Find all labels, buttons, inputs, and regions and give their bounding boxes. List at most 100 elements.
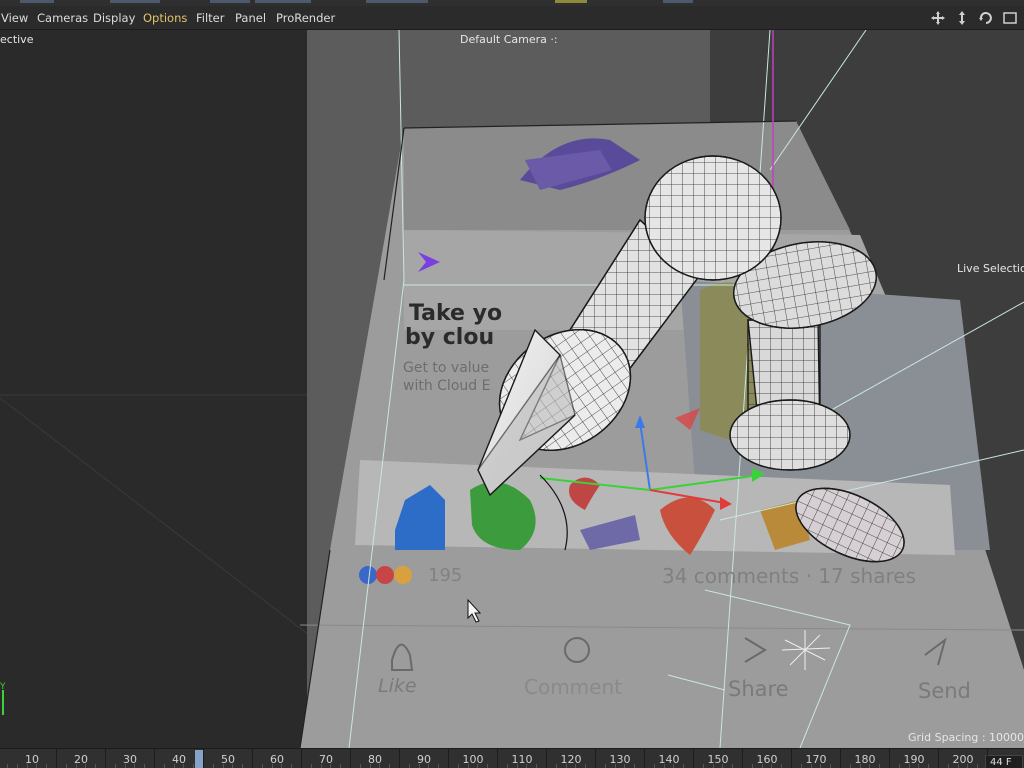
timeline-minor-tick: [163, 764, 165, 768]
timeline-minor-tick: [46, 764, 48, 768]
viewport-navigation-icons: [929, 10, 1020, 26]
timeline-minor-tick: [928, 764, 930, 768]
timeline-minor-tick: [536, 764, 538, 768]
timeline-tick-label: 30: [123, 753, 137, 766]
timeline-tick-mark: [154, 749, 155, 768]
timeline-tick-label: 130: [609, 753, 631, 766]
menu-panel[interactable]: Panel: [235, 6, 266, 30]
timeline-minor-tick: [193, 764, 195, 768]
timeline-tick-mark: [252, 749, 253, 768]
timeline-minor-tick: [849, 764, 851, 768]
timeline-minor-tick: [389, 764, 391, 768]
svg-text:Like: Like: [378, 675, 417, 697]
timeline-minor-tick: [359, 764, 361, 768]
timeline-minor-tick: [261, 764, 263, 768]
timeline-minor-tick: [242, 764, 244, 768]
menu-display[interactable]: Display: [93, 6, 135, 30]
svg-text:Get to value: Get to value: [403, 360, 489, 376]
timeline-tick-label: 190: [903, 753, 925, 766]
timeline-minor-tick: [732, 764, 734, 768]
timeline-minor-tick: [634, 764, 636, 768]
timeline-minor-tick: [702, 764, 704, 768]
menu-options[interactable]: Options: [143, 6, 187, 30]
timeline-minor-tick: [585, 764, 587, 768]
timeline-minor-tick: [751, 764, 753, 768]
timeline-minor-tick: [144, 764, 146, 768]
viewport-menu-bar: View Cameras Display Options Filter Pane…: [0, 6, 1024, 30]
timeline-tick-mark: [546, 749, 547, 768]
rotate-view-icon[interactable]: [978, 10, 996, 26]
timeline-ruler[interactable]: 44 F 10 20 30 40 50 60 70 80 90 100 110 120 130 140 15…: [0, 748, 1024, 768]
timeline-tick-label: 20: [74, 753, 88, 766]
timeline-tick-mark: [644, 749, 645, 768]
svg-text:Share: Share: [728, 677, 789, 701]
timeline-tick-label: 40: [172, 753, 186, 766]
svg-text:Send: Send: [918, 679, 971, 703]
camera-label[interactable]: Default Camera ·:: [460, 33, 558, 46]
menu-filter[interactable]: Filter: [196, 6, 224, 30]
timeline-tick-mark: [987, 749, 988, 768]
timeline-tick-label: 160: [756, 753, 778, 766]
timeline-tick-mark: [791, 749, 792, 768]
timeline-minor-tick: [683, 764, 685, 768]
timeline-tick-mark: [203, 749, 204, 768]
timeline-tick-label: 60: [270, 753, 284, 766]
timeline-minor-tick: [16, 764, 18, 768]
timeline-minor-tick: [506, 764, 508, 768]
menu-cameras[interactable]: Cameras: [37, 6, 88, 30]
timeline-tick-label: 70: [319, 753, 333, 766]
live-selection-label: Live Selection: [957, 262, 1024, 275]
timeline-tick-label: 140: [658, 753, 680, 766]
viewport-scene: Take yo by clou Get to value with Cloud …: [0, 30, 1024, 748]
zoom-view-icon[interactable]: [954, 10, 972, 26]
current-frame-field[interactable]: 44 F: [985, 755, 1023, 768]
timeline-minor-tick: [457, 764, 459, 768]
timeline-minor-tick: [291, 764, 293, 768]
timeline-tick-label: 80: [368, 753, 382, 766]
3d-viewport[interactable]: Take yo by clou Get to value with Cloud …: [0, 30, 1024, 748]
camera-label-suffix: ·:: [550, 33, 558, 46]
timeline-minor-tick: [7, 764, 8, 768]
timeline-minor-tick: [310, 764, 312, 768]
timeline-tick-mark: [399, 749, 400, 768]
timeline-tick-mark: [889, 749, 890, 768]
timeline-minor-tick: [947, 764, 949, 768]
timeline-tick-mark: [105, 749, 106, 768]
timeline-tick-mark: [938, 749, 939, 768]
timeline-tick-mark: [693, 749, 694, 768]
move-view-icon[interactable]: [930, 10, 948, 26]
timeline-tick-label: 150: [707, 753, 729, 766]
timeline-minor-tick: [212, 764, 214, 768]
svg-text:Comment: Comment: [524, 675, 622, 699]
timeline-minor-tick: [800, 764, 802, 768]
timeline-tick-label: 50: [221, 753, 235, 766]
maximize-view-icon[interactable]: [1002, 10, 1020, 26]
menu-prorender[interactable]: ProRender: [276, 6, 335, 30]
timeline-minor-tick: [830, 764, 832, 768]
camera-name: Default Camera: [460, 33, 547, 46]
timeline-tick-mark: [497, 749, 498, 768]
timeline-minor-tick: [781, 764, 783, 768]
timeline-minor-tick: [879, 764, 881, 768]
svg-text:Take yo: Take yo: [409, 301, 502, 326]
timeline-tick-label: 120: [560, 753, 582, 766]
timeline-tick-mark: [56, 749, 57, 768]
timeline-minor-tick: [898, 764, 900, 768]
timeline-tick-label: 110: [511, 753, 533, 766]
timeline-minor-tick: [408, 764, 410, 768]
timeline-tick-label: 170: [805, 753, 827, 766]
timeline-minor-tick: [340, 764, 342, 768]
projection-label: ective: [0, 33, 34, 46]
timeline-minor-tick: [653, 764, 655, 768]
timeline-tick-mark: [350, 749, 351, 768]
svg-text:195: 195: [428, 565, 462, 586]
timeline-tick-mark: [301, 749, 302, 768]
timeline-tick-label: 90: [417, 753, 431, 766]
timeline-minor-tick: [977, 764, 979, 768]
timeline-tick-label: 200: [952, 753, 974, 766]
menu-view[interactable]: View: [1, 6, 28, 30]
timeline-tick-label: 100: [462, 753, 484, 766]
timeline-minor-tick: [487, 764, 489, 768]
axis-label-y: Y: [0, 682, 6, 692]
timeline-tick-mark: [595, 749, 596, 768]
